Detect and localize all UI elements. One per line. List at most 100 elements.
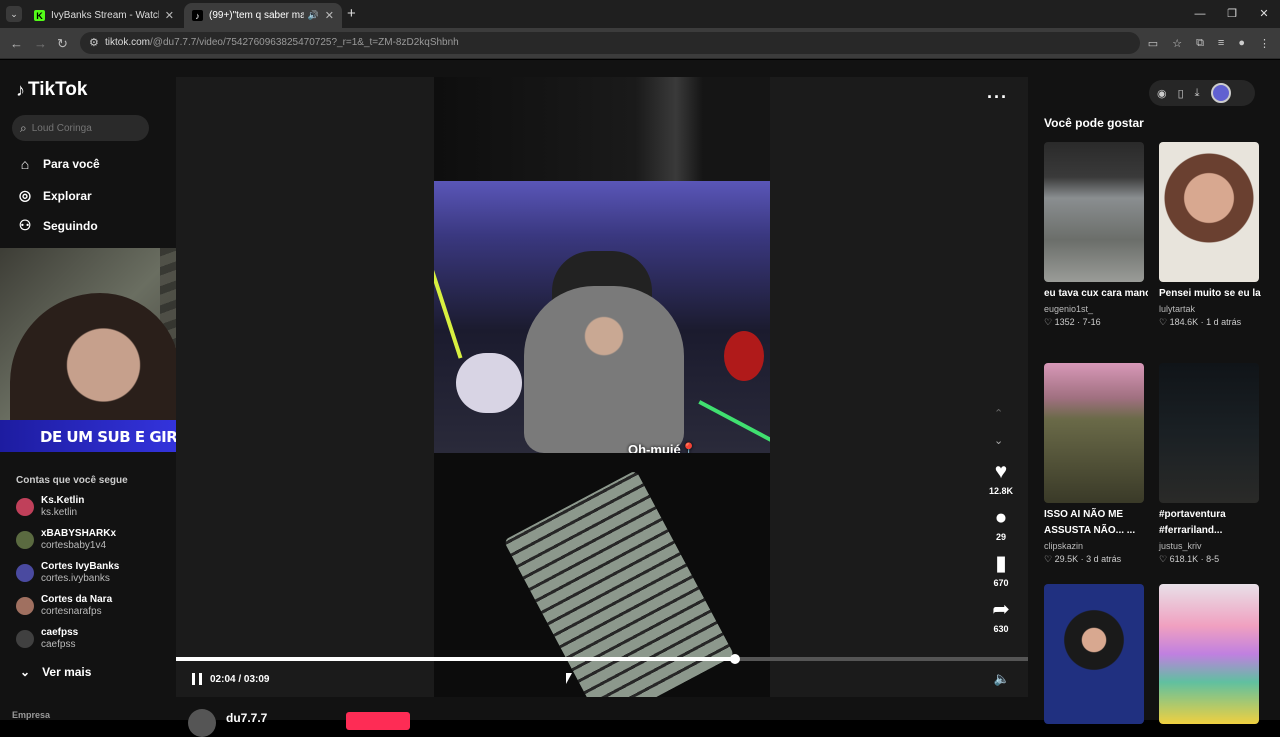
reload-icon[interactable]: ↻	[57, 36, 68, 52]
compass-icon: ◎	[18, 187, 32, 203]
speaker-icon[interactable]: 🔊	[308, 10, 319, 21]
video-progress-bar[interactable]	[176, 654, 1028, 664]
new-tab-button[interactable]: +	[347, 5, 356, 22]
url-bar[interactable]: ⚙ tiktok.com/@du7.7.7/video/754276096382…	[80, 32, 1140, 54]
recommended-video-card[interactable]	[1044, 584, 1144, 724]
see-more-button[interactable]: ⌄ Ver mais	[20, 665, 91, 679]
coin-icon[interactable]: ◉	[1157, 87, 1167, 100]
tab-ivybanks[interactable]: K IvyBanks Stream - Watch Live o ✕	[26, 3, 182, 28]
recommended-video-card[interactable]: eu tava cux cara mano? #ovoroxo... eugen…	[1044, 142, 1148, 328]
card-caption[interactable]: Pensei muito se eu la postar esse...	[1159, 286, 1263, 302]
home-icon: ⌂	[20, 156, 30, 172]
video-thumbnail[interactable]	[1159, 584, 1259, 724]
download-icon[interactable]: ⤓	[1195, 87, 1200, 100]
profile-icon[interactable]: ●	[1238, 37, 1245, 50]
forward-icon[interactable]: →	[34, 36, 47, 51]
video-thumbnail[interactable]	[1159, 363, 1259, 503]
video-player[interactable]: Oh-muié📍 ··· ⌃ ⌄ ♥ 12.8K ● 29 ▮ 670 ➦ 63…	[176, 77, 1028, 697]
card-caption[interactable]: #portaventura #ferrariland...	[1159, 507, 1263, 539]
recommended-video-card[interactable]	[1159, 584, 1259, 724]
avatar	[16, 498, 34, 516]
recommended-video-card[interactable]: #portaventura #ferrariland... justus_kri…	[1159, 363, 1259, 565]
video-frame[interactable]: Oh-muié📍	[434, 77, 770, 697]
search-input[interactable]	[31, 122, 132, 134]
followed-account[interactable]: Cortes IvyBanks cortes.ivybanks	[16, 561, 119, 585]
pause-bar	[199, 673, 202, 685]
follow-button[interactable]	[346, 712, 410, 730]
card-meta: ♡ 29.5K · 3 d atrás	[1044, 554, 1122, 564]
close-tab-icon[interactable]: ✕	[165, 9, 174, 22]
avatar	[16, 531, 34, 549]
account-name: Cortes da Nara	[41, 594, 113, 605]
previous-video-icon[interactable]: ⌃	[994, 407, 1003, 420]
next-video-icon[interactable]: ⌄	[994, 434, 1003, 447]
avatar	[16, 564, 34, 582]
search-icon: ⌕	[20, 120, 27, 135]
cast-icon[interactable]: ▭	[1148, 37, 1158, 50]
tab-search-button[interactable]: ⌄	[6, 6, 22, 22]
browser-tab-bar: ⌄ K IvyBanks Stream - Watch Live o ✕ ♪ (…	[0, 0, 1280, 28]
video-thumbnail[interactable]	[1044, 363, 1144, 503]
followed-account[interactable]: caefpss caefpss	[16, 627, 78, 651]
device-icon[interactable]: ▯	[1178, 87, 1184, 100]
close-tab-icon[interactable]: ✕	[325, 9, 334, 22]
card-user[interactable]: clipskazin	[1044, 541, 1144, 551]
card-user[interactable]: lulytartak	[1159, 304, 1259, 314]
bookmark-star-icon[interactable]: ☆	[1172, 37, 1182, 50]
restore-icon[interactable]: ❐	[1216, 0, 1248, 28]
progress-handle[interactable]	[730, 654, 740, 664]
card-caption[interactable]: eu tava cux cara mano? #ovoroxo...	[1044, 286, 1148, 302]
account-name: Cortes IvyBanks	[41, 561, 120, 572]
video-thumbnail[interactable]	[1044, 142, 1144, 282]
pause-button[interactable]	[192, 673, 202, 685]
minimize-icon[interactable]: —	[1184, 0, 1216, 28]
author-name[interactable]: du7.7.7	[226, 711, 267, 725]
nav-label: Para você	[43, 157, 100, 171]
media-icon[interactable]: ≡	[1218, 37, 1224, 50]
video-thumbnail[interactable]	[1159, 142, 1259, 282]
account-handle: cortesnarafps	[41, 606, 102, 617]
recommended-video-card[interactable]: Pensei muito se eu la postar esse... lul…	[1159, 142, 1263, 328]
tiktok-logo[interactable]: ♪ TikTok	[16, 79, 87, 101]
nav-label: Explorar	[43, 188, 92, 203]
volume-icon[interactable]: 🔈	[994, 671, 1010, 687]
green-led	[698, 400, 770, 446]
card-caption[interactable]: ISSO AI NÃO ME ASSUSTA NÃO... ...	[1044, 507, 1148, 539]
author-avatar[interactable]	[188, 709, 216, 737]
account-name: xBABYSHARKx	[41, 528, 117, 539]
followed-account[interactable]: xBABYSHARKx cortesbaby1v4	[16, 528, 116, 552]
neon-light	[434, 243, 463, 359]
comment-icon: ●	[994, 506, 1008, 529]
nav-explorar[interactable]: ◎ Explorar	[16, 187, 92, 204]
share-count: 630	[993, 624, 1009, 634]
card-user[interactable]: justus_kriv	[1159, 541, 1259, 551]
tiktok-favicon-icon: ♪	[192, 10, 203, 21]
account-name: Ks.Ketlin	[41, 495, 85, 506]
card-meta: ♡ 184.6K · 1 d atrás	[1159, 317, 1242, 327]
window-controls: — ❐ ✕	[1184, 0, 1280, 28]
profile-avatar[interactable]	[1210, 83, 1231, 103]
share-button[interactable]: ➦ 630	[984, 598, 1018, 634]
nav-seguindo[interactable]: ⚇ Seguindo	[16, 217, 98, 234]
followed-account[interactable]: Ks.Ketlin ks.ketlin	[16, 495, 84, 519]
nav-para-voce[interactable]: ⌂ Para você	[16, 156, 100, 172]
video-author-bar: du7.7.7	[176, 697, 1028, 737]
video-thumbnail[interactable]	[1044, 584, 1144, 724]
search-box[interactable]: ⌕	[12, 115, 149, 141]
extensions-icon[interactable]: ⧉	[1196, 37, 1204, 50]
back-icon[interactable]: ←	[10, 36, 23, 51]
tab-tiktok[interactable]: ♪ (99+)"tem q saber marque 🔊 ✕	[184, 3, 342, 28]
close-window-icon[interactable]: ✕	[1248, 0, 1280, 28]
more-options-icon[interactable]: ···	[987, 87, 1008, 108]
menu-icon[interactable]: ⋮	[1259, 37, 1270, 50]
site-info-icon[interactable]: ⚙	[89, 36, 99, 49]
footer-empresa[interactable]: Empresa	[12, 710, 50, 720]
like-button[interactable]: ♥ 12.8K	[984, 460, 1018, 496]
top-right-tools: ◉ ▯ ⤓	[1149, 80, 1255, 106]
address-toolbar: ← → ↻ ⚙ tiktok.com/@du7.7.7/video/754276…	[0, 28, 1280, 59]
comment-button[interactable]: ● 29	[984, 506, 1018, 542]
followed-account[interactable]: Cortes da Nara cortesnarafps	[16, 594, 112, 618]
card-user[interactable]: eugenio1st_	[1044, 304, 1144, 314]
save-button[interactable]: ▮ 670	[984, 552, 1018, 588]
recommended-video-card[interactable]: ISSO AI NÃO ME ASSUSTA NÃO... ... clipsk…	[1044, 363, 1144, 565]
